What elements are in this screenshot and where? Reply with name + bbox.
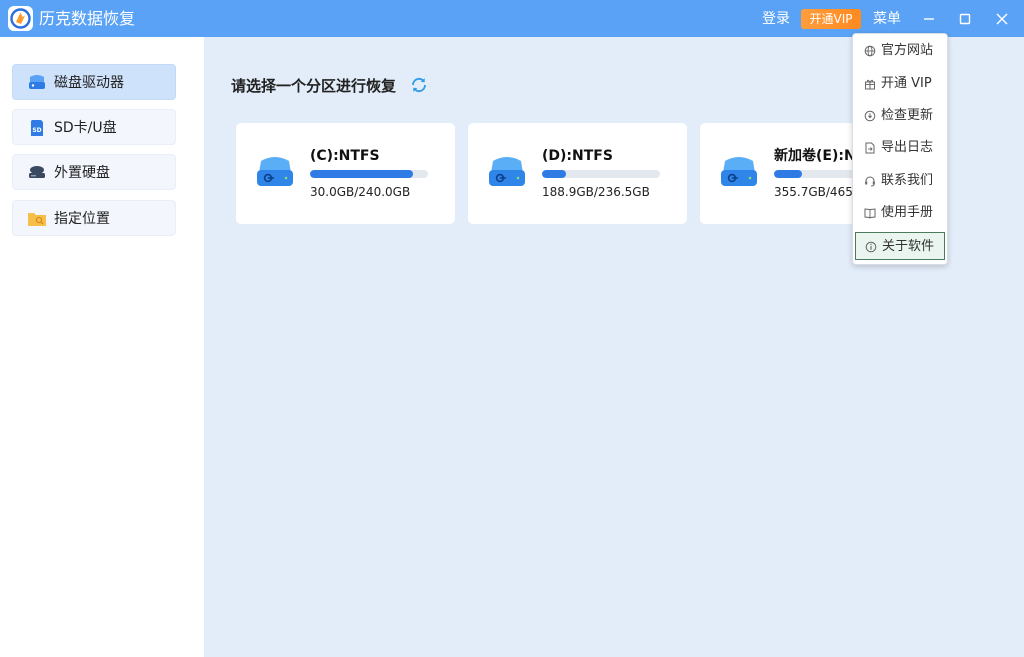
refresh-icon[interactable] — [409, 75, 429, 95]
login-button[interactable]: 登录 — [762, 10, 790, 28]
menu-item-check-update[interactable]: 检查更新 — [855, 102, 945, 130]
sidebar-item-label: 外置硬盘 — [54, 165, 110, 181]
manual-icon — [864, 207, 876, 219]
sidebar-item-disk-drives[interactable]: 磁盘驱动器 — [12, 64, 176, 100]
close-icon[interactable] — [991, 8, 1013, 30]
menu-item-label: 官方网站 — [881, 43, 934, 58]
sidebar-item-label: 磁盘驱动器 — [54, 75, 124, 91]
globe-icon — [864, 45, 876, 57]
folder-search-icon — [27, 210, 47, 228]
menu-item-open-vip[interactable]: 开通 VIP — [855, 70, 945, 98]
disk-drive-icon — [487, 153, 527, 189]
menu-item-label: 使用手册 — [881, 205, 934, 220]
sd-card-icon: SD — [27, 119, 47, 137]
menu-item-official-website[interactable]: 官方网站 — [855, 37, 945, 65]
sidebar-item-specific-location[interactable]: 指定位置 — [12, 200, 176, 236]
menu-button[interactable]: 菜单 — [873, 10, 901, 28]
usage-bar-fill — [774, 170, 803, 178]
disk-drive-icon — [719, 153, 759, 189]
menu-item-label: 关于软件 — [882, 239, 935, 254]
gift-icon — [864, 78, 876, 90]
maximize-icon[interactable] — [954, 8, 976, 30]
update-icon — [864, 110, 876, 122]
export-log-icon — [864, 142, 876, 154]
menu-item-label: 导出日志 — [881, 140, 934, 155]
sidebar: 磁盘驱动器 SD SD卡/U盘 外置硬盘 指定位置 — [0, 37, 204, 657]
disk-drive-icon — [27, 74, 47, 92]
drive-card-c[interactable]: (C):NTFS 30.0GB/240.0GB — [236, 123, 455, 224]
info-icon — [865, 241, 877, 253]
usage-bar — [310, 170, 428, 178]
drive-name: (C):NTFS — [310, 148, 380, 164]
menu-item-export-log[interactable]: 导出日志 — [855, 134, 945, 162]
drive-name: (D):NTFS — [542, 148, 613, 164]
drive-card-d[interactable]: (D):NTFS 188.9GB/236.5GB — [468, 123, 687, 224]
menu-item-about-software[interactable]: 关于软件 — [855, 232, 945, 260]
minimize-icon[interactable] — [918, 8, 940, 30]
headset-icon — [864, 175, 876, 187]
menu-item-label: 开通 VIP — [881, 76, 932, 91]
usage-bar-fill — [542, 170, 566, 178]
page-title: 请选择一个分区进行恢复 — [231, 77, 397, 95]
external-drive-icon — [27, 164, 47, 182]
drive-size: 188.9GB/236.5GB — [542, 185, 650, 199]
svg-text:SD: SD — [32, 127, 41, 134]
title-bar: 历克数据恢复 登录 开通VIP 菜单 — [0, 0, 1024, 37]
vip-button[interactable]: 开通VIP — [801, 9, 861, 29]
sidebar-item-label: SD卡/U盘 — [54, 120, 117, 136]
menu-item-label: 检查更新 — [881, 108, 934, 123]
menu-item-user-manual[interactable]: 使用手册 — [855, 199, 945, 227]
drive-size: 30.0GB/240.0GB — [310, 185, 411, 199]
disk-drive-icon — [255, 153, 295, 189]
menu-item-label: 联系我们 — [881, 173, 934, 188]
app-logo-icon — [8, 6, 33, 31]
app-title: 历克数据恢复 — [39, 9, 136, 28]
usage-bar-fill — [310, 170, 414, 178]
sidebar-item-sd-card[interactable]: SD SD卡/U盘 — [12, 109, 176, 145]
usage-bar — [542, 170, 660, 178]
main-menu-dropdown: 官方网站 开通 VIP 检查更新 导出日志 联系我们 使用手册 关于软件 — [852, 33, 948, 265]
sidebar-item-external-drive[interactable]: 外置硬盘 — [12, 154, 176, 190]
sidebar-item-label: 指定位置 — [54, 211, 110, 227]
menu-item-contact-us[interactable]: 联系我们 — [855, 167, 945, 195]
